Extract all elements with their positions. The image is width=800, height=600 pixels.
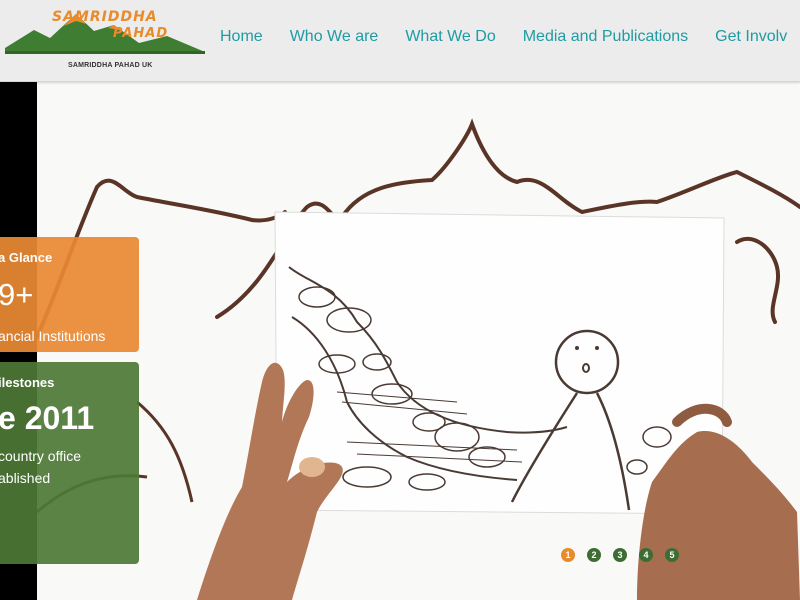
site-logo[interactable]: SAMRIDDHA PAHAD SAMRIDDHA PAHAD UK (2, 4, 207, 74)
nav-who-we-are[interactable]: Who We are (290, 28, 379, 46)
nav-get-involved[interactable]: Get Involv (715, 28, 787, 46)
glance-value: 9+ (0, 277, 34, 312)
slider-dot[interactable]: 4 (639, 548, 653, 562)
nav-media-publications[interactable]: Media and Publications (523, 28, 688, 46)
nav-home[interactable]: Home (220, 28, 263, 46)
glance-card: a Glance 9+ ancial Institutions (0, 237, 139, 352)
slider-dot[interactable]: 2 (587, 548, 601, 562)
logo-title: SAMRIDDHA (52, 9, 158, 25)
site-header: SAMRIDDHA PAHAD SAMRIDDHA PAHAD UK Home W… (0, 0, 800, 82)
milestones-value: e 2011 (0, 400, 95, 436)
main-nav: Home Who We are What We Do Media and Public… (220, 28, 800, 46)
slider-dot[interactable]: 1 (561, 548, 575, 562)
hero-slider: 1 2 3 4 5 a Glance 9+ ancial Institution… (0, 82, 800, 600)
logo-caption: SAMRIDDHA PAHAD UK (68, 62, 153, 69)
glance-description: ancial Institutions (0, 328, 106, 344)
logo-subtitle: PAHAD (113, 26, 169, 41)
hero-slide-image: 1 2 3 4 5 (35, 82, 800, 600)
sketch-illustration (35, 118, 800, 600)
glance-heading: a Glance (0, 250, 53, 265)
milestones-description-line2: ablished (0, 470, 51, 486)
slider-dot[interactable]: 5 (665, 548, 679, 562)
milestones-description-line1: country office (0, 448, 82, 464)
milestones-card: ilestones e 2011 country office ablished (0, 362, 139, 564)
milestones-heading: ilestones (0, 375, 55, 390)
slider-dot[interactable]: 3 (613, 548, 627, 562)
nav-what-we-do[interactable]: What We Do (405, 28, 495, 46)
